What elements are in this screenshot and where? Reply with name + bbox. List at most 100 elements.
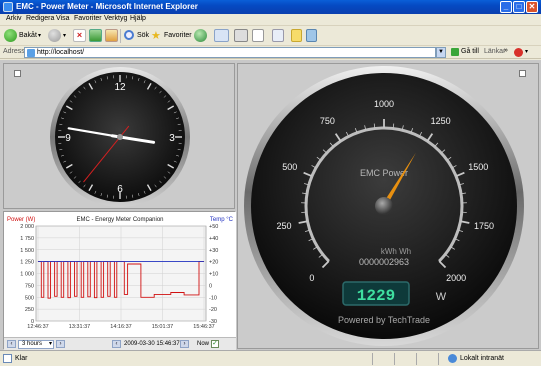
toolbar: Bakåt ▾ ▾ × Sök ★ Favoriter: [0, 26, 541, 46]
now-label: Now: [197, 341, 210, 347]
favorites-icon[interactable]: ★: [151, 29, 161, 43]
intranet-icon: [448, 354, 457, 363]
addon-dropdown-icon[interactable]: ▾: [525, 48, 528, 55]
range-prev-button[interactable]: ‹: [7, 340, 16, 348]
chart-right-ticks: +50+40+30+20+100-10-20-30: [209, 224, 218, 325]
address-bar: Adress http://localhost/ ▼ Gå till Länka…: [0, 46, 541, 59]
go-arrow-icon[interactable]: [451, 48, 459, 56]
clock-numeral-9: 9: [65, 133, 71, 144]
back-icon[interactable]: [4, 29, 17, 42]
discuss-icon[interactable]: [272, 29, 284, 42]
chart-right-tick-label: -10: [209, 295, 217, 301]
links-label[interactable]: Länkar: [484, 48, 505, 55]
window-title: EMC - Power Meter - Microsoft Internet E…: [16, 2, 198, 11]
chart-right-tick-label: +20: [209, 260, 218, 266]
title-bar: EMC - Power Meter - Microsoft Internet E…: [0, 0, 541, 14]
back-label[interactable]: Bakåt: [19, 29, 37, 43]
gauge-tick-label: 750: [320, 116, 335, 126]
chart-title: EMC - Energy Meter Companion: [76, 217, 163, 223]
page-content: 12 3 6 9 Power (W) EMC - Energy Meter Co…: [0, 60, 541, 350]
chart-left-tick-label: 2 000: [20, 224, 34, 230]
chart-right-tick-label: +10: [209, 272, 218, 278]
chart-left-tick-label: 250: [25, 307, 34, 313]
stop-icon[interactable]: ×: [73, 29, 86, 42]
search-icon[interactable]: [124, 30, 134, 40]
chart-left-tick-label: 1 250: [20, 260, 34, 266]
address-url: http://localhost/: [37, 49, 85, 56]
chart-controls: ‹ 3 hours ▾ › ‹ 2009-03-30 15:46:37 › Now…: [4, 337, 236, 350]
clock-hub: [117, 134, 123, 140]
history-icon[interactable]: [194, 29, 207, 42]
menu-tools[interactable]: Verktyg: [104, 15, 127, 22]
chart-left-tick-label: 1 000: [20, 272, 34, 278]
print-icon[interactable]: [234, 29, 248, 42]
gauge-unit: W: [436, 291, 447, 303]
chart-right-tick-label: +30: [209, 248, 218, 254]
chart-left-tick-label: 1 750: [20, 236, 34, 242]
power-gauge-panel: 0 250 500 750 1000 1250 1500 1750 2000 EMC Power…: [237, 63, 539, 349]
links-chevron-icon[interactable]: »: [504, 47, 508, 54]
address-input[interactable]: http://localhost/: [24, 47, 436, 58]
mail-icon[interactable]: [214, 29, 229, 42]
address-dropdown-icon[interactable]: ▼: [436, 47, 446, 58]
energy-chart: Power (W) EMC - Energy Meter Companion T…: [4, 212, 236, 350]
gauge-tick-label: 1750: [474, 221, 494, 231]
gauge-hub: [375, 197, 393, 215]
chart-right-tick-label: +50: [209, 224, 218, 230]
chart-x-tick-label: 15:01:37: [152, 324, 173, 330]
chart-right-tick-label: +40: [209, 236, 218, 242]
back-dropdown-icon[interactable]: ▾: [38, 29, 41, 43]
page-icon: [27, 49, 35, 57]
page-status-icon: [3, 354, 12, 363]
menu-view[interactable]: Visa: [56, 15, 70, 22]
analog-clock: 12 3 6 9: [50, 67, 190, 207]
gauge-tick-label: 500: [282, 162, 297, 172]
menu-help[interactable]: Hjälp: [130, 15, 146, 22]
maximize-button[interactable]: □: [513, 1, 525, 13]
go-button[interactable]: Gå till: [461, 48, 479, 55]
date-prev-button[interactable]: ‹: [112, 340, 121, 348]
chart-x-tick-label: 12:46:37: [27, 324, 48, 330]
gauge-tick-label: 1250: [431, 116, 451, 126]
chart-right-axis-label: Temp °C: [210, 217, 234, 223]
chart-left-tick-label: 500: [25, 295, 34, 301]
search-label[interactable]: Sök: [137, 29, 149, 43]
range-next-button[interactable]: ›: [56, 340, 65, 348]
forward-dropdown-icon[interactable]: ▾: [63, 29, 66, 43]
gauge-tick-label: 2000: [446, 273, 466, 283]
menu-file[interactable]: Arkiv: [6, 15, 22, 22]
gauge-value: 1229: [357, 287, 395, 305]
status-bar: Klar Lokalt intranät: [0, 350, 541, 366]
address-label: Adress: [3, 48, 25, 55]
chart-left-tick-label: 750: [25, 283, 34, 289]
refresh-icon[interactable]: [89, 29, 102, 42]
chart-left-tick-label: 1 500: [20, 248, 34, 254]
chart-x-tick-label: 15:46:37: [193, 324, 214, 330]
menu-favorites[interactable]: Favoriter: [74, 15, 102, 22]
menu-bar: Arkiv Redigera Visa Favoriter Verktyg Hj…: [0, 14, 541, 40]
edit-icon[interactable]: [252, 29, 264, 42]
status-text: Klar: [15, 355, 28, 362]
chart-right-tick-label: -20: [209, 307, 217, 313]
now-checkbox[interactable]: ✓: [211, 340, 219, 348]
date-next-button[interactable]: ›: [180, 340, 189, 348]
clock-numeral-3: 3: [169, 133, 175, 144]
menu-edit[interactable]: Redigera: [26, 15, 54, 22]
addon-icon[interactable]: [514, 48, 523, 57]
ie-icon: [3, 2, 13, 12]
favorites-label[interactable]: Favoriter: [164, 29, 192, 43]
close-button[interactable]: ✕: [526, 1, 538, 13]
chart-left-axis-label: Power (W): [7, 217, 35, 223]
clock-panel: 12 3 6 9: [3, 63, 235, 209]
range-select[interactable]: 3 hours ▾: [18, 340, 54, 349]
messenger-icon[interactable]: [306, 29, 317, 42]
gauge-tick-label: 250: [276, 221, 291, 231]
power-gauge: 025050075010001250150017502000 EMC Power…: [244, 66, 524, 346]
folder-icon[interactable]: [291, 29, 302, 42]
minimize-button[interactable]: _: [500, 1, 512, 13]
forward-icon[interactable]: [48, 29, 61, 42]
toolbar-divider: [120, 29, 121, 43]
gauge-kwh-label: kWh Wh: [381, 247, 411, 256]
chart-right-tick-label: 0: [209, 283, 212, 289]
home-icon[interactable]: [105, 29, 118, 42]
